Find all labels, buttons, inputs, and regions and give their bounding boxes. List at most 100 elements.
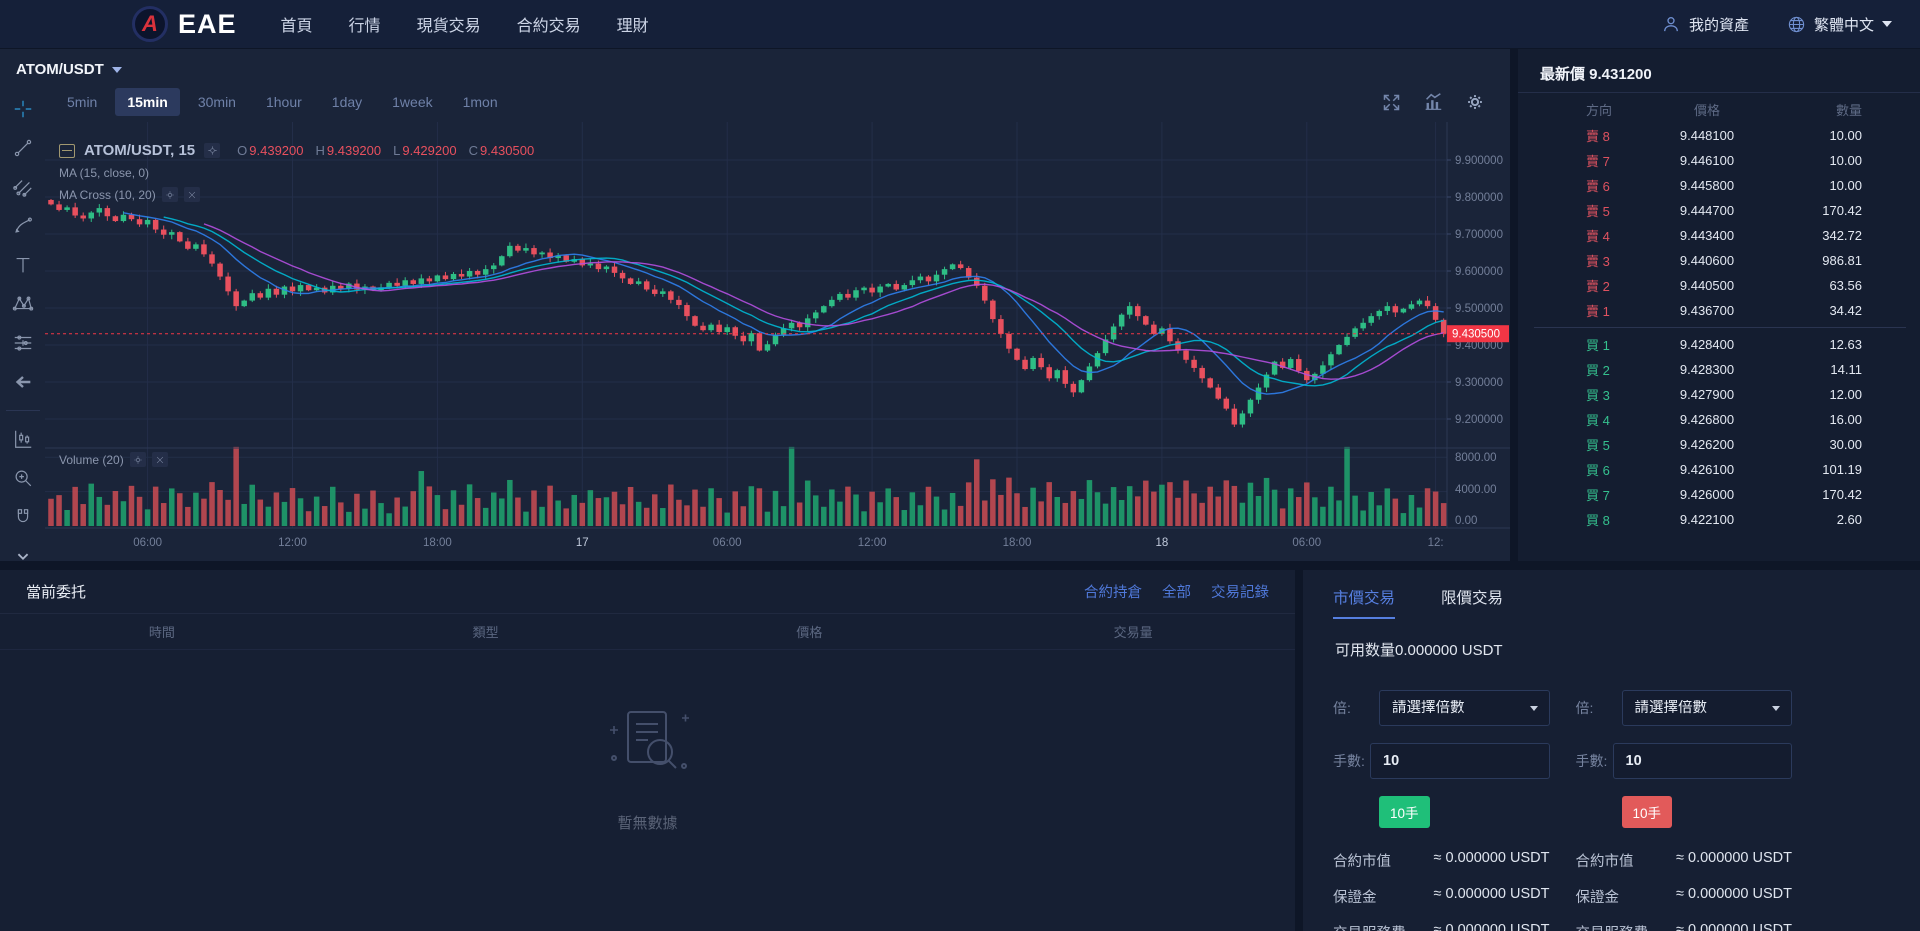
amount-value: 10.00 — [1770, 153, 1862, 168]
side-label: 賣 2 — [1586, 276, 1644, 295]
price-value: 9.444700 — [1644, 203, 1770, 218]
amount-value: 101.19 — [1770, 462, 1862, 477]
empty-text: 暫無數據 — [617, 812, 677, 833]
pair-selector[interactable]: ATOM/USDT — [16, 61, 104, 78]
short-lots-input[interactable] — [1613, 743, 1792, 779]
zoom-icon[interactable] — [10, 465, 36, 491]
timeframe-15min[interactable]: 15min — [115, 88, 179, 116]
text-tool-icon[interactable] — [10, 252, 36, 278]
order-book-row[interactable]: 賣 59.444700170.42 — [1518, 198, 1920, 223]
tab-trade-records[interactable]: 交易記錄 — [1211, 581, 1269, 602]
price-value: 9.446100 — [1644, 153, 1770, 168]
channel-tool-icon[interactable] — [10, 174, 36, 200]
tab-market-trade[interactable]: 市價交易 — [1333, 586, 1395, 619]
tab-all[interactable]: 全部 — [1162, 581, 1191, 602]
long-lots-label: 手數: — [1333, 751, 1370, 771]
order-book-row[interactable]: 買 19.42840012.63 — [1518, 332, 1920, 357]
short-leverage-select[interactable]: 請選擇倍數 — [1622, 690, 1793, 726]
forecast-tool-icon[interactable] — [10, 330, 36, 356]
amount-value: 34.42 — [1770, 303, 1862, 318]
hide-toolbar-arrow-icon[interactable] — [10, 369, 36, 395]
chevron-down-icon — [1882, 21, 1892, 27]
ma-15-line — [164, 217, 1444, 386]
side-label: 賣 1 — [1586, 301, 1644, 320]
language-selector[interactable]: 繁體中文 — [1787, 14, 1892, 35]
order-book-columns: 方向 價格 數量 — [1518, 95, 1920, 123]
tab-limit-trade[interactable]: 限價交易 — [1441, 586, 1503, 619]
price-value: 9.426200 — [1644, 437, 1770, 452]
price-value: 9.427900 — [1644, 387, 1770, 402]
open-short-button[interactable]: 10手 — [1622, 796, 1673, 828]
order-book-row[interactable]: 買 69.426100101.19 — [1518, 457, 1920, 482]
indicators-icon[interactable] — [1422, 91, 1444, 113]
crosshair-tool-icon[interactable] — [10, 96, 36, 122]
side-label: 買 6 — [1586, 460, 1644, 479]
nav-item-markets[interactable]: 行情 — [349, 12, 381, 36]
nav-item-home[interactable]: 首頁 — [281, 12, 313, 36]
chart-canvas[interactable]: 9.9000009.8000009.7000009.6000009.500000… — [45, 122, 1510, 569]
price-value: 9.443400 — [1644, 228, 1770, 243]
order-book-row[interactable]: 賣 39.440600986.81 — [1518, 248, 1920, 273]
nav-item-finance[interactable]: 理財 — [617, 12, 649, 36]
amount-value: 10.00 — [1770, 178, 1862, 193]
pair-chevron-down-icon[interactable] — [112, 67, 122, 73]
pattern-tool-icon[interactable] — [10, 291, 36, 317]
trendline-tool-icon[interactable] — [10, 135, 36, 161]
side-label: 賣 8 — [1586, 126, 1644, 145]
short-lots-label: 手數: — [1576, 751, 1613, 771]
order-book-row[interactable]: 買 59.42620030.00 — [1518, 432, 1920, 457]
svg-text:9.600000: 9.600000 — [1455, 266, 1503, 278]
side-label: 賣 6 — [1586, 176, 1644, 195]
timeframe-1day[interactable]: 1day — [320, 88, 374, 116]
toolbar-chevron-down-icon[interactable] — [10, 543, 36, 569]
side-label: 買 5 — [1586, 435, 1644, 454]
brand-logo-letter: A — [142, 11, 158, 37]
nav-item-spot[interactable]: 現貨交易 — [417, 12, 481, 36]
order-book-row[interactable]: 賣 19.43670034.42 — [1518, 298, 1920, 323]
amount-value: 342.72 — [1770, 228, 1862, 243]
order-book-row[interactable]: 賣 49.443400342.72 — [1518, 223, 1920, 248]
order-book-row[interactable]: 賣 69.44580010.00 — [1518, 173, 1920, 198]
brand-logo-icon: A — [132, 6, 168, 42]
tab-contract-positions[interactable]: 合約持倉 — [1084, 581, 1142, 602]
order-book-row[interactable]: 買 49.42680016.00 — [1518, 407, 1920, 432]
price-value: 9.428300 — [1644, 362, 1770, 377]
order-book-row[interactable]: 買 79.426000170.42 — [1518, 482, 1920, 507]
language-label: 繁體中文 — [1814, 14, 1874, 35]
timeframe-30min[interactable]: 30min — [186, 88, 248, 116]
fullscreen-icon[interactable] — [1381, 92, 1402, 113]
candlestick-style-icon[interactable] — [10, 426, 36, 452]
long-lots-input[interactable] — [1370, 743, 1549, 779]
nav-item-contract[interactable]: 合約交易 — [517, 12, 581, 36]
long-margin-label: 保證金 — [1333, 886, 1377, 907]
amount-value: 12.00 — [1770, 387, 1862, 402]
brush-tool-icon[interactable] — [10, 213, 36, 239]
long-leverage-select[interactable]: 請選擇倍數 — [1379, 690, 1550, 726]
long-margin-value: ≈ 0.000000 USDT — [1434, 886, 1550, 907]
side-label: 買 2 — [1586, 360, 1644, 379]
amount-value: 12.63 — [1770, 337, 1862, 352]
order-book-row[interactable]: 買 89.4221002.60 — [1518, 507, 1920, 532]
timeframe-5min[interactable]: 5min — [55, 88, 109, 116]
magnet-icon[interactable] — [10, 504, 36, 530]
brand-name: EAE — [178, 9, 237, 40]
chart-settings-gear-icon[interactable] — [1464, 91, 1486, 113]
svg-text:18:00: 18:00 — [1003, 537, 1032, 549]
my-assets-link[interactable]: 我的資產 — [1661, 14, 1749, 35]
order-book-row[interactable]: 買 29.42830014.11 — [1518, 357, 1920, 382]
price-value: 9.448100 — [1644, 128, 1770, 143]
timeframe-1mon[interactable]: 1mon — [451, 88, 510, 116]
nav-menu: 首頁 行情 現貨交易 合約交易 理財 — [281, 12, 649, 36]
order-book-row[interactable]: 賣 79.44610010.00 — [1518, 148, 1920, 173]
timeframe-1week[interactable]: 1week — [380, 88, 444, 116]
timeframe-1hour[interactable]: 1hour — [254, 88, 314, 116]
volume-series — [48, 447, 1446, 526]
amount-value: 14.11 — [1770, 362, 1862, 377]
side-label: 買 8 — [1586, 510, 1644, 529]
price-value: 9.440600 — [1644, 253, 1770, 268]
open-long-button[interactable]: 10手 — [1379, 796, 1430, 828]
order-book-row[interactable]: 賣 89.44810010.00 — [1518, 123, 1920, 148]
order-book-row[interactable]: 賣 29.44050063.56 — [1518, 273, 1920, 298]
user-icon — [1661, 14, 1681, 34]
order-book-row[interactable]: 買 39.42790012.00 — [1518, 382, 1920, 407]
